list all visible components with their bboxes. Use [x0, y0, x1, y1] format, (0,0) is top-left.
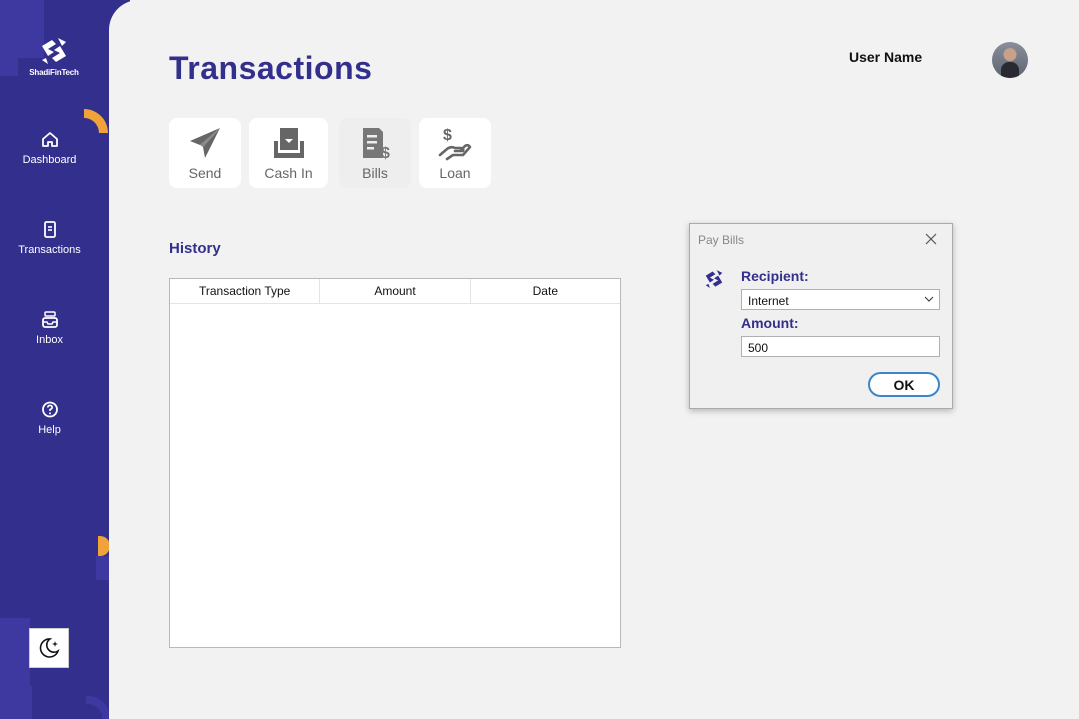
paper-plane-icon: [190, 128, 220, 158]
close-icon[interactable]: [924, 232, 938, 246]
sidebar-item-dashboard[interactable]: Dashboard: [0, 131, 99, 168]
dialog-title: Pay Bills: [698, 233, 745, 247]
brand-logo: ShadiFinTech: [26, 36, 82, 77]
sidebar-item-help[interactable]: Help: [0, 401, 99, 438]
bills-icon: $: [363, 128, 390, 161]
action-label: Cash In: [264, 165, 313, 181]
column-header-amount[interactable]: Amount: [320, 279, 471, 303]
table-header: Transaction Type Amount Date: [170, 279, 620, 304]
cash-in-button[interactable]: Cash In: [249, 118, 328, 188]
ok-button[interactable]: OK: [868, 372, 940, 397]
send-button[interactable]: Send: [169, 118, 241, 188]
home-icon: [41, 132, 58, 147]
sidebar-decoration-accent: [84, 109, 108, 133]
receipt-icon: [43, 221, 56, 238]
history-table[interactable]: Transaction Type Amount Date: [169, 278, 621, 648]
user-name: User Name: [849, 49, 923, 65]
column-header-transaction-type[interactable]: Transaction Type: [170, 279, 321, 303]
help-icon: [41, 401, 58, 418]
cash-in-icon: [273, 128, 304, 158]
action-label: Bills: [362, 165, 388, 181]
page-title: Transactions: [169, 50, 373, 86]
loan-button[interactable]: $ Loan: [419, 118, 491, 188]
logo-icon: [705, 270, 723, 288]
sidebar-decoration: [0, 36, 18, 76]
action-label: Loan: [439, 165, 471, 181]
column-header-date[interactable]: Date: [471, 279, 620, 303]
avatar[interactable]: [992, 42, 1028, 78]
recipient-select[interactable]: Internet: [741, 289, 940, 310]
amount-label: Amount:: [741, 315, 799, 331]
sidebar-decoration: [86, 696, 110, 719]
moon-icon: [39, 638, 60, 658]
amount-field[interactable]: 500: [741, 336, 940, 357]
history-heading: History: [169, 240, 221, 257]
sidebar-item-label: Inbox: [36, 334, 63, 346]
sidebar-decoration: [0, 618, 30, 688]
logo-icon: [42, 38, 66, 64]
brand-name: ShadiFinTech: [29, 68, 79, 77]
recipient-value: Internet: [748, 294, 789, 308]
pay-bills-dialog: Pay Bills Recipient: Internet Amount: 50…: [689, 223, 953, 409]
loan-icon: $: [438, 127, 472, 161]
sidebar-item-inbox[interactable]: Inbox: [0, 311, 99, 348]
svg-text:$: $: [381, 145, 390, 161]
recipient-label: Recipient:: [741, 268, 809, 284]
bills-button[interactable]: $ Bills: [339, 118, 411, 188]
sidebar-item-label: Help: [38, 424, 61, 436]
sidebar-decoration: [0, 686, 32, 719]
sidebar-item-label: Dashboard: [22, 154, 77, 166]
inbox-icon: [41, 311, 58, 328]
chevron-down-icon: [924, 296, 934, 302]
svg-text:$: $: [443, 127, 452, 144]
sidebar-item-transactions[interactable]: Transactions: [0, 221, 99, 258]
action-label: Send: [188, 165, 222, 181]
sidebar-item-label: Transactions: [18, 244, 81, 256]
theme-toggle-button[interactable]: [29, 628, 69, 668]
sidebar-decoration: [96, 556, 110, 580]
